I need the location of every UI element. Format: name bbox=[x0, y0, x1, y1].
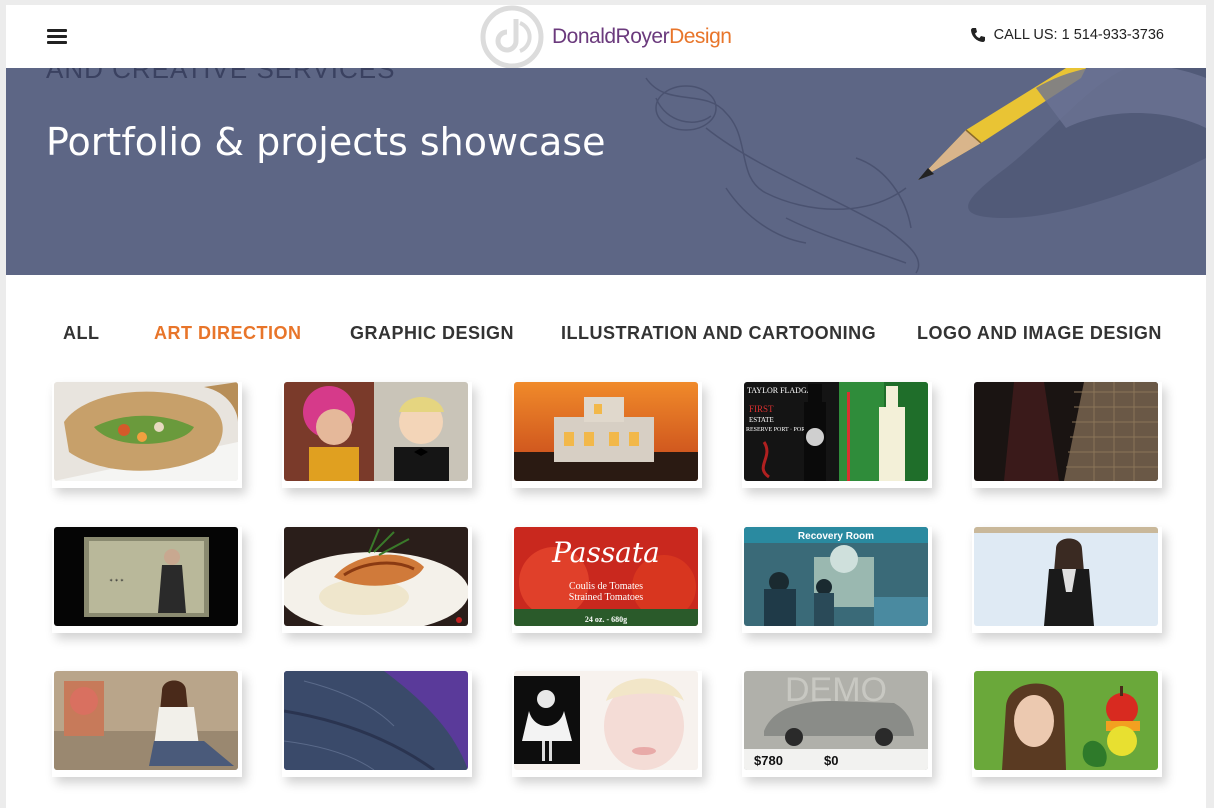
site-header: DonaldRoyerDesign CALL US: 1 514-933-373… bbox=[6, 5, 1206, 68]
passata-line2-text: Strained Tomatoes bbox=[569, 592, 643, 603]
hero-subtitle: AND CREATIVE SERVICES bbox=[46, 68, 396, 84]
recovery-room-image: Recovery Room bbox=[744, 527, 928, 626]
woman-with-apple-image bbox=[974, 671, 1158, 770]
site-logo[interactable]: DonaldRoyerDesign bbox=[480, 5, 732, 68]
marilyn-tribute-image bbox=[514, 671, 698, 770]
tab-graphic-design[interactable]: GRAPHIC DESIGN bbox=[350, 323, 514, 344]
tab-logo-and-image-design[interactable]: LOGO AND IMAGE DESIGN bbox=[917, 323, 1162, 344]
tab-all[interactable]: ALL bbox=[63, 323, 100, 344]
wine-label-reserve: RESERVE PORT · PORTO bbox=[746, 427, 813, 433]
car-price2-text: $0 bbox=[824, 753, 838, 768]
tie-and-jacket-image bbox=[974, 382, 1158, 481]
portfolio-item-denim-jeans[interactable] bbox=[282, 671, 472, 777]
logo-mark-icon bbox=[480, 5, 544, 68]
house-at-sunset-image bbox=[514, 382, 698, 481]
hero-title: Portfolio & projects showcase bbox=[46, 120, 606, 164]
wrap-sandwich-image bbox=[54, 382, 238, 481]
pencil-sketch-illustration bbox=[645, 68, 1206, 274]
woman-sitting-image bbox=[54, 671, 238, 770]
passata-line1-text: Coulis de Tomates bbox=[569, 581, 643, 592]
logo-text: DonaldRoyerDesign bbox=[552, 24, 732, 49]
call-us[interactable]: CALL US: 1 514-933-3736 bbox=[970, 27, 1164, 43]
portfolio-item-car-ad[interactable]: DEMO $780 $0 bbox=[742, 671, 932, 777]
portfolio-item-man-in-suit[interactable]: ✶ ✶ ✶ bbox=[52, 527, 242, 633]
portfolio-item-wrap-sandwich[interactable] bbox=[52, 382, 242, 488]
man-in-suit-image: ✶ ✶ ✶ bbox=[54, 527, 238, 626]
wine-label-first: FIRST bbox=[749, 404, 774, 414]
svg-text:✶ ✶ ✶: ✶ ✶ ✶ bbox=[109, 578, 124, 584]
portfolio-item-wine-labels[interactable]: TAYLOR FLADGATE FIRST ESTATE RESERVE POR… bbox=[742, 382, 932, 488]
portfolio-item-tie-and-jacket[interactable] bbox=[972, 382, 1162, 488]
portfolio-item-woman-sitting[interactable] bbox=[52, 671, 242, 777]
hero-banner: AND CREATIVE SERVICES Portfolio & projec… bbox=[6, 68, 1206, 275]
recovery-room-title: Recovery Room bbox=[798, 531, 874, 542]
passata-weight-text: 24 oz. - 680g bbox=[585, 615, 627, 624]
tab-illustration-and-cartooning[interactable]: ILLUSTRATION AND CARTOONING bbox=[561, 323, 876, 344]
wine-labels-image: TAYLOR FLADGATE FIRST ESTATE RESERVE POR… bbox=[744, 382, 928, 481]
tab-art-direction[interactable]: ART DIRECTION bbox=[154, 323, 302, 344]
car-ad-image: DEMO $780 $0 bbox=[744, 671, 928, 770]
wine-label-estate: ESTATE bbox=[749, 416, 774, 424]
kids-portraits-image bbox=[284, 382, 468, 481]
portfolio-item-passata-label[interactable]: Passata Coulis de Tomates Strained Tomat… bbox=[512, 527, 702, 633]
page: DonaldRoyerDesign CALL US: 1 514-933-373… bbox=[6, 5, 1206, 808]
portfolio-filter-tabs: ALL ART DIRECTION GRAPHIC DESIGN ILLUSTR… bbox=[6, 323, 1206, 353]
logo-name-part1: DonaldRoyer bbox=[552, 24, 670, 48]
woman-jacket-image bbox=[974, 527, 1158, 626]
portfolio-item-woman-jacket[interactable] bbox=[972, 527, 1162, 633]
portfolio-item-salmon-dish[interactable] bbox=[282, 527, 472, 633]
salmon-dish-image bbox=[284, 527, 468, 626]
portfolio-item-marilyn-tribute[interactable] bbox=[512, 671, 702, 777]
passata-label-image: Passata Coulis de Tomates Strained Tomat… bbox=[514, 527, 698, 626]
hamburger-menu-icon[interactable] bbox=[47, 29, 67, 45]
portfolio-item-house-at-sunset[interactable] bbox=[512, 382, 702, 488]
portfolio-item-woman-with-apple[interactable] bbox=[972, 671, 1162, 777]
call-us-label: CALL US: 1 514-933-3736 bbox=[993, 27, 1164, 43]
denim-jeans-image bbox=[284, 671, 468, 770]
portfolio-item-kids-portraits[interactable] bbox=[282, 382, 472, 488]
portfolio-item-recovery-room[interactable]: Recovery Room bbox=[742, 527, 932, 633]
car-price1-text: $780 bbox=[754, 753, 783, 768]
phone-icon bbox=[970, 28, 985, 42]
passata-brand-text: Passata bbox=[551, 536, 660, 569]
logo-name-part2: Design bbox=[669, 24, 732, 48]
